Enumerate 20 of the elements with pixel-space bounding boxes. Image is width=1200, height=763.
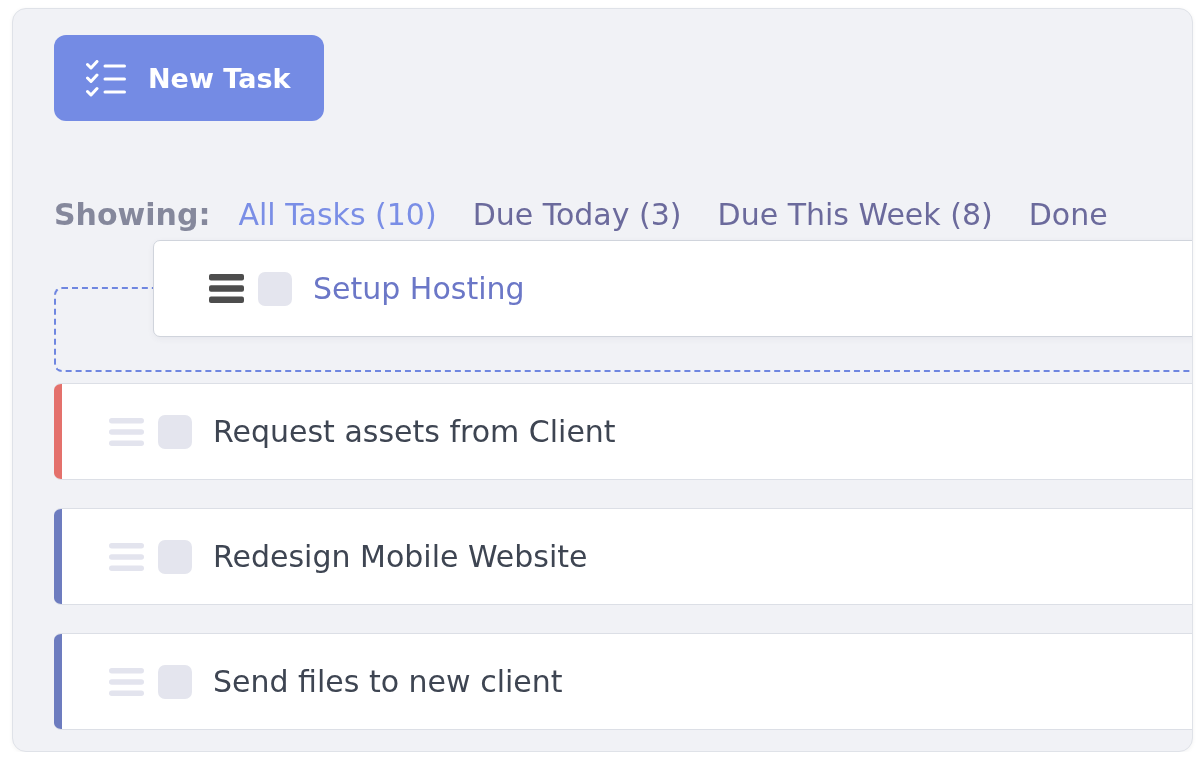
task-card[interactable]: Send files to new client (54, 633, 1192, 730)
filter-tab[interactable]: Due This Week (8) (717, 195, 993, 235)
task-checkbox[interactable] (158, 664, 192, 699)
task-card[interactable]: Redesign Mobile Website (54, 508, 1192, 605)
filter-tab[interactable]: Done (1028, 195, 1108, 235)
task-title: Setup Hosting (313, 271, 525, 306)
hamburger-icon[interactable] (209, 274, 244, 303)
task-checkbox[interactable] (158, 539, 192, 574)
checklist-icon (86, 59, 126, 97)
filter-tab[interactable]: Due Today (3) (472, 195, 682, 235)
task-checkbox[interactable] (158, 414, 192, 449)
task-card[interactable]: Request assets from Client (54, 383, 1192, 480)
new-task-button[interactable]: New Task (54, 35, 325, 121)
filter-label: Showing: (54, 196, 211, 234)
dragged-task-card[interactable]: Setup Hosting (153, 240, 1192, 337)
task-checkbox[interactable] (258, 271, 292, 306)
task-title: Send files to new client (213, 664, 563, 699)
filter-tab[interactable]: All Tasks (10) (238, 195, 437, 235)
task-title: Request assets from Client (213, 414, 616, 449)
task-title: Redesign Mobile Website (213, 539, 588, 574)
